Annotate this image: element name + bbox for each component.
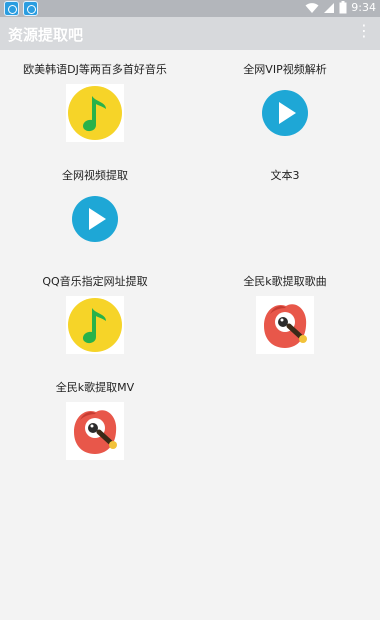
status-time: 9:34 (351, 1, 376, 14)
notification-icon (23, 1, 38, 16)
battery-icon (339, 1, 347, 14)
tile-kge-song[interactable]: 全民k歌提取歌曲 (190, 262, 380, 354)
tile-vip-video[interactable]: 全网VIP视频解析 (190, 50, 380, 142)
tile-label: 全网视频提取 (62, 169, 128, 182)
tile-label: 全网VIP视频解析 (243, 63, 327, 76)
play-icon (66, 190, 124, 248)
tile-kge-mv[interactable]: 全民k歌提取MV (0, 368, 190, 460)
signal-icon (324, 2, 335, 13)
notification-area (4, 1, 38, 16)
tile-text3[interactable]: 文本3 (190, 156, 380, 184)
tile-label: 文本3 (270, 169, 300, 182)
tile-video-extract[interactable]: 全网视频提取 (0, 156, 190, 248)
app-title: 资源提取吧 (8, 26, 84, 44)
status-indicators: 9:34 (305, 1, 376, 14)
play-icon (256, 84, 314, 142)
app-bar: 资源提取吧 ⋮ (0, 17, 380, 50)
tile-label: 全民k歌提取歌曲 (243, 275, 327, 288)
wifi-icon (305, 2, 319, 13)
tile-label: QQ音乐指定网址提取 (42, 275, 148, 288)
qq-music-icon (66, 296, 124, 354)
tile-label: 欧美韩语DJ等两百多首好音乐 (23, 63, 167, 76)
tile-label: 全民k歌提取MV (55, 381, 135, 394)
tile-music-collection[interactable]: 欧美韩语DJ等两百多首好音乐 (0, 50, 190, 142)
status-bar: 9:34 (0, 0, 380, 17)
kge-icon (256, 296, 314, 354)
qq-music-icon (66, 84, 124, 142)
notification-icon (4, 1, 19, 16)
kge-icon (66, 402, 124, 460)
more-vert-icon[interactable]: ⋮ (356, 22, 372, 40)
tile-qq-music-url[interactable]: QQ音乐指定网址提取 (0, 262, 190, 354)
